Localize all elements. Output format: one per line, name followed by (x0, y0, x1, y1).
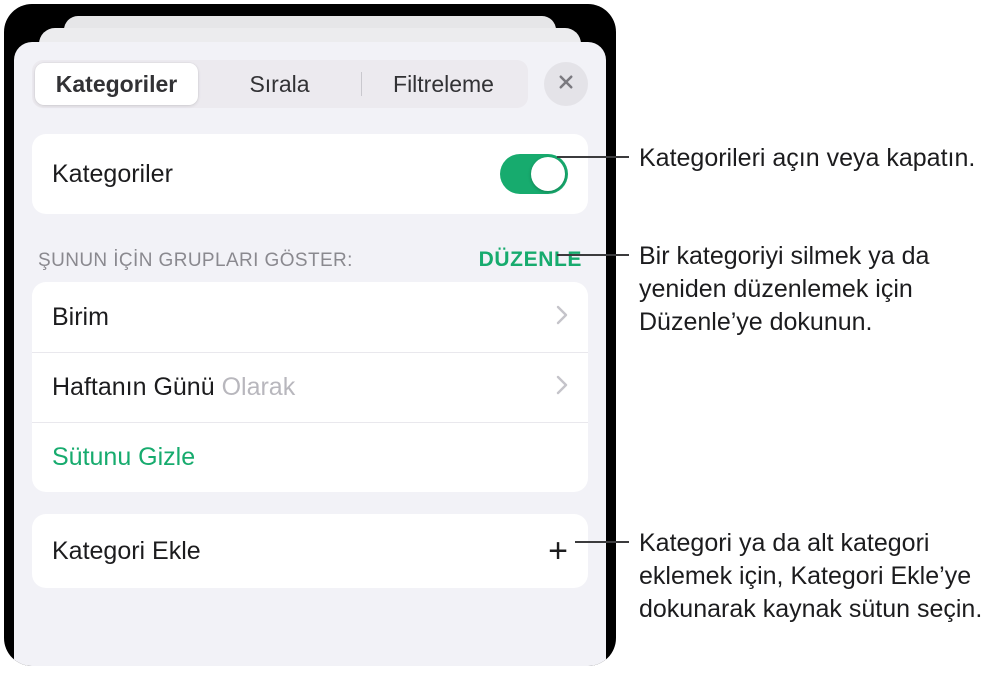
groups-header: ŞUNUN İÇİN GRUPLARI GÖSTER: (38, 250, 353, 272)
categories-sheet: Kategoriler Sırala Filtreleme (14, 42, 606, 666)
plus-icon: + (548, 534, 568, 568)
group-row-day-of-week[interactable]: Haftanın Günü Olarak (32, 352, 588, 422)
tab-label: Sırala (249, 71, 309, 98)
close-button[interactable] (544, 62, 588, 106)
categories-switch-card: Kategoriler (32, 134, 588, 214)
tab-label: Filtreleme (393, 71, 494, 98)
add-category-button[interactable]: Kategori Ekle + (32, 514, 588, 588)
callout-text: Kategori ya da alt kategori eklemek için… (639, 529, 982, 623)
group-row-label: Birim (52, 303, 109, 332)
tab-sort[interactable]: Sırala (198, 63, 361, 105)
segmented-tabs: Kategoriler Sırala Filtreleme (32, 60, 528, 108)
callout-text: Kategorileri açın veya kapatın. (639, 144, 975, 172)
callout-text: Bir kategoriyi silmek ya da yeniden düze… (639, 242, 929, 336)
group-row-birim[interactable]: Birim (32, 282, 588, 352)
tab-filter[interactable]: Filtreleme (362, 63, 525, 105)
close-icon (557, 73, 575, 96)
categories-toggle[interactable] (500, 154, 568, 194)
chevron-right-icon (556, 375, 568, 400)
tab-label: Kategoriler (56, 71, 177, 98)
callout-toggle: Kategorileri açın veya kapatın. (639, 142, 975, 175)
group-row-label: Haftanın Günü Olarak (52, 373, 295, 402)
tab-categories[interactable]: Kategoriler (35, 63, 198, 105)
add-category-card: Kategori Ekle + (32, 514, 588, 588)
add-category-label: Kategori Ekle (52, 537, 201, 566)
edit-button[interactable]: DÜZENLE (479, 248, 582, 272)
popover: Kategoriler Sırala Filtreleme (4, 4, 616, 666)
callout-add: Kategori ya da alt kategori eklemek için… (639, 527, 1005, 626)
hide-column-label: Sütunu Gizle (52, 443, 195, 472)
categories-switch-label: Kategoriler (52, 160, 173, 189)
hide-column-button[interactable]: Sütunu Gizle (32, 422, 588, 492)
groups-list: Birim Haftanın Günü Olarak (32, 282, 588, 492)
callout-edit: Bir kategoriyi silmek ya da yeniden düze… (639, 240, 999, 339)
chevron-right-icon (556, 305, 568, 330)
